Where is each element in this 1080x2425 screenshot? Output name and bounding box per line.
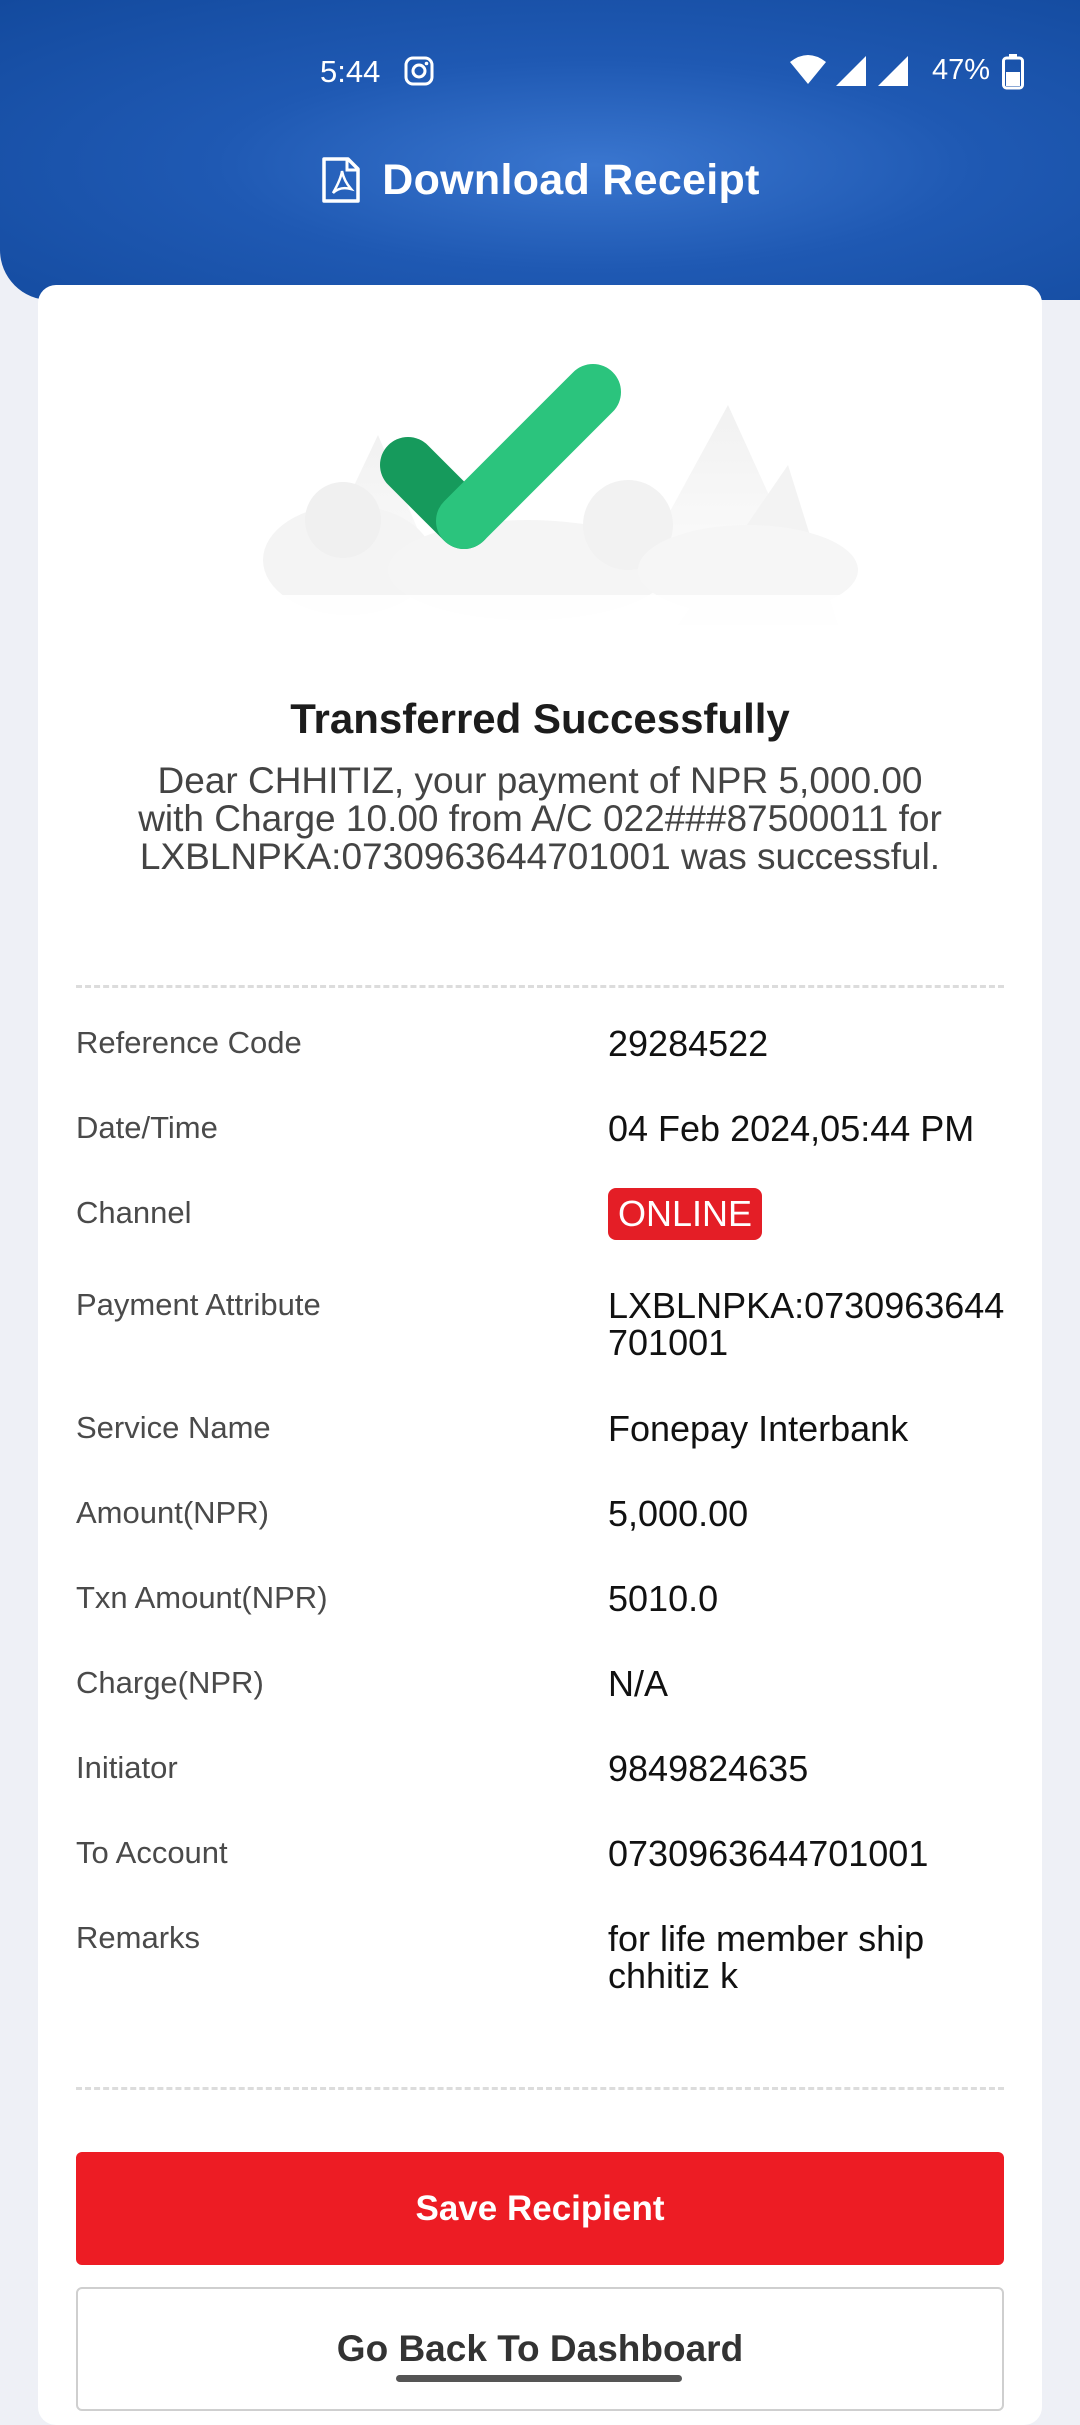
receipt-card: Transferred Successfully Dear CHHITIZ, y… (38, 285, 1042, 2425)
detail-label: Date/Time (76, 1110, 218, 1145)
divider (76, 2087, 1004, 2090)
detail-label: Txn Amount(NPR) (76, 1580, 328, 1615)
success-message: Dear CHHITIZ, your payment of NPR 5,000.… (138, 760, 942, 877)
detail-value: 29284522 (608, 1023, 769, 1064)
detail-value: 5,000.00 (608, 1493, 749, 1534)
signal-icon (878, 56, 908, 86)
detail-value: 0730963644701001 (608, 1833, 929, 1874)
channel-badge: ONLINE (608, 1188, 763, 1240)
success-title: Transferred Successfully (290, 695, 790, 742)
detail-value: 9849824635 (608, 1748, 809, 1789)
title-row[interactable]: Download Receipt (0, 150, 1080, 210)
detail-label: Service Name (76, 1410, 271, 1445)
app-header: 5:44 47% Download Receipt (0, 0, 1080, 300)
divider (76, 985, 1004, 988)
success-checkmark-icon (228, 364, 898, 625)
signal-icon (836, 56, 866, 86)
wifi-icon (790, 55, 826, 84)
save-recipient-button[interactable]: Save Recipient (76, 2152, 1004, 2265)
detail-value: LXBLNPKA:0730963644701001 (608, 1285, 1005, 1363)
detail-label: Amount(NPR) (76, 1495, 269, 1530)
status-bar: 5:44 47% (0, 40, 1080, 104)
instagram-icon (404, 56, 434, 86)
detail-value: 04 Feb 2024,05:44 PM (608, 1108, 975, 1149)
detail-label: Channel (76, 1195, 192, 1230)
go-back-dashboard-button[interactable]: Go Back To Dashboard (76, 2287, 1004, 2411)
detail-label: Payment Attribute (76, 1287, 321, 1322)
detail-value: Fonepay Interbank (608, 1408, 909, 1449)
detail-value: ONLINE (608, 1188, 1008, 1240)
status-time: 5:44 (320, 54, 381, 89)
detail-label: Remarks (76, 1920, 201, 1955)
home-indicator[interactable] (396, 2375, 682, 2382)
pdf-download-icon (322, 157, 360, 203)
detail-label: Initiator (76, 1750, 178, 1785)
detail-label: Charge(NPR) (76, 1665, 264, 1700)
detail-value: for life member ship chhitiz k (608, 1918, 925, 1996)
detail-value: N/A (608, 1663, 669, 1704)
battery-icon (1002, 54, 1024, 90)
detail-label: To Account (76, 1835, 228, 1870)
battery-percent: 47% (932, 54, 991, 86)
detail-label: Reference Code (76, 1025, 302, 1060)
page-title: Download Receipt (382, 155, 760, 204)
detail-value: 5010.0 (608, 1578, 719, 1619)
